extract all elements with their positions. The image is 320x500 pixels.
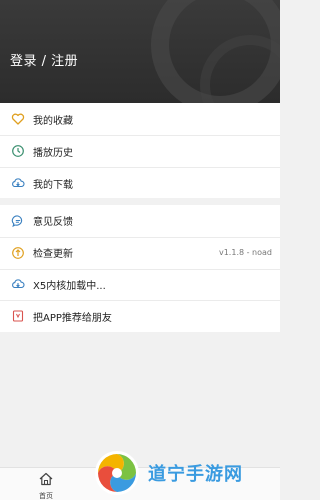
- cloud-download-icon: [11, 277, 25, 291]
- menu-item-share-app[interactable]: 把APP推荐给朋友: [0, 300, 280, 332]
- profile-header: 登录 / 注册: [0, 0, 280, 103]
- menu-item-label: 播放历史: [33, 147, 73, 159]
- menu-item-label: 把APP推荐给朋友: [33, 312, 112, 324]
- chat-icon: [11, 214, 25, 228]
- heart-icon: [11, 112, 25, 126]
- menu-group-bottom: 意见反馈 检查更新 v1.1.8 - noad X5内核加载中... 把APP推…: [0, 205, 280, 332]
- menu-item-x5-kernel[interactable]: X5内核加载中...: [0, 268, 280, 301]
- tab-home[interactable]: 首页: [30, 471, 62, 500]
- watermark-logo-icon: [95, 451, 139, 495]
- menu-item-favorites[interactable]: 我的收藏: [0, 103, 280, 135]
- menu-item-history[interactable]: 播放历史: [0, 135, 280, 167]
- menu-item-label: 检查更新: [33, 249, 73, 261]
- menu-item-label: 意见反馈: [33, 217, 73, 229]
- menu-item-label: 我的下载: [33, 179, 73, 191]
- watermark-text: 道宁手游网: [148, 464, 243, 485]
- app-version: v1.1.8 - noad: [218, 248, 272, 258]
- clock-icon: [11, 144, 25, 158]
- bookmark-icon: [11, 309, 25, 323]
- menu-group-top: 我的收藏 播放历史 我的下载: [0, 103, 280, 198]
- menu-item-label: 我的收藏: [33, 115, 73, 127]
- menu-item-check-update[interactable]: 检查更新 v1.1.8 - noad: [0, 236, 280, 269]
- home-icon: [38, 471, 54, 490]
- menu-item-feedback[interactable]: 意见反馈: [0, 205, 280, 237]
- menu-item-downloads[interactable]: 我的下载: [0, 167, 280, 199]
- tab-home-label: 首页: [39, 492, 53, 500]
- cloud-download-icon: [11, 176, 25, 190]
- login-register-link[interactable]: 登录 / 注册: [10, 50, 78, 69]
- header-decoration: [151, 0, 280, 103]
- update-icon: [11, 246, 25, 260]
- menu-item-label: X5内核加载中...: [33, 280, 106, 292]
- site-watermark: 道宁手游网: [92, 446, 280, 500]
